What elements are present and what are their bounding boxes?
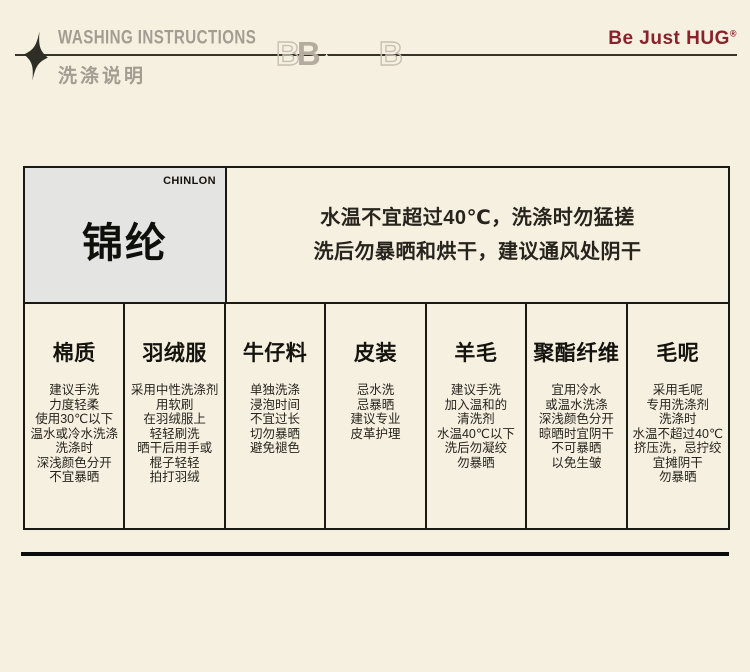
care-column-title: 棉质 <box>25 342 123 366</box>
care-line: 水温40℃以下 <box>427 427 525 442</box>
fabric-name-en: CHINLON <box>163 175 216 187</box>
care-line: 切勿暴晒 <box>226 427 324 442</box>
care-column: 皮装 忌水洗忌暴晒建议专业皮革护理 <box>326 304 426 528</box>
care-line: 不宜过长 <box>226 412 324 427</box>
care-line: 洗后勿凝绞 <box>427 441 525 456</box>
care-line: 拍打羽绒 <box>125 470 223 485</box>
fabric-care-summary-cell: 水温不宜超过40℃，洗涤时勿猛搓 洗后勿暴晒和烘干，建议通风处阴干 <box>227 168 728 302</box>
care-line: 晾晒时宜阴干 <box>527 427 625 442</box>
bottom-rule <box>21 552 729 556</box>
care-column-title: 皮装 <box>326 342 424 366</box>
care-line: 不可暴晒 <box>527 441 625 456</box>
care-line: 宜摊阴干 <box>628 456 728 471</box>
care-line: 轻轻刷洗 <box>125 427 223 442</box>
care-line: 建议手洗 <box>25 383 123 398</box>
care-line: 深浅颜色分开 <box>25 456 123 471</box>
care-column-lines: 宜用冷水或温水洗涤深浅颜色分开晾晒时宜阴干不可暴晒以免生皱 <box>527 383 625 470</box>
summary-line: 洗后勿暴晒和烘干，建议通风处阴干 <box>314 235 642 269</box>
care-line: 专用洗涤剂 <box>628 398 728 413</box>
sparkle-cutout-icon: ✦ <box>323 53 328 62</box>
care-line: 用软刷 <box>125 398 223 413</box>
care-column-title: 羽绒服 <box>125 342 223 366</box>
care-line: 或温水洗涤 <box>527 398 625 413</box>
care-line: 忌暴晒 <box>326 398 424 413</box>
header-divider-line <box>15 54 737 56</box>
brand-logo: Be Just HUG® <box>608 28 737 50</box>
care-line: 勿暴晒 <box>628 470 728 485</box>
care-line: 温水或冷水洗涤 <box>25 427 123 442</box>
decor-letter-group: BB✦✦ <box>276 37 318 70</box>
care-line: 避免褪色 <box>226 441 324 456</box>
care-line: 挤压洗，忌拧绞 <box>628 441 728 456</box>
care-line: 建议手洗 <box>427 383 525 398</box>
sparkle-cutout-icon: ✦ <box>321 41 326 50</box>
care-line: 不宜暴晒 <box>25 470 123 485</box>
care-line: 使用30℃以下 <box>25 412 123 427</box>
care-line: 力度轻柔 <box>25 398 123 413</box>
fabric-name-zh: 锦纶 <box>82 209 168 269</box>
care-column-title: 毛呢 <box>628 342 728 366</box>
decor-letter-b-outline: B <box>379 37 403 70</box>
care-line: 采用中性洗涤剂 <box>125 383 223 398</box>
washing-instructions-table: CHINLON 锦纶 水温不宜超过40℃，洗涤时勿猛搓 洗后勿暴晒和烘干，建议通… <box>23 166 730 530</box>
care-line: 水温不超过40℃ <box>628 427 728 442</box>
care-column-title: 羊毛 <box>427 342 525 366</box>
care-column: 棉质 建议手洗力度轻柔使用30℃以下温水或冷水洗涤洗涤时深浅颜色分开不宜暴晒 <box>25 304 125 528</box>
care-columns: 棉质 建议手洗力度轻柔使用30℃以下温水或冷水洗涤洗涤时深浅颜色分开不宜暴晒 羽… <box>25 304 728 528</box>
care-line: 勿暴晒 <box>427 456 525 471</box>
decor-letter-b-solid: B✦✦ <box>297 35 318 72</box>
fabric-summary-row: CHINLON 锦纶 水温不宜超过40℃，洗涤时勿猛搓 洗后勿暴晒和烘干，建议通… <box>25 168 728 304</box>
care-line: 清洗剂 <box>427 412 525 427</box>
care-column: 羽绒服 采用中性洗涤剂用软刷在羽绒服上轻轻刷洗晒干后用手或棍子轻轻拍打羽绒 <box>125 304 225 528</box>
care-line: 加入温和的 <box>427 398 525 413</box>
care-line: 宜用冷水 <box>527 383 625 398</box>
washing-instructions-card: WASHING INSTRUCTIONS 洗涤说明 BB✦✦ B Be Just… <box>0 0 750 672</box>
care-line: 在羽绒服上 <box>125 412 223 427</box>
summary-line: 水温不宜超过40℃，洗涤时勿猛搓 <box>320 201 634 235</box>
care-line: 采用毛呢 <box>628 383 728 398</box>
care-line: 洗涤时 <box>628 412 728 427</box>
care-column-lines: 单独洗涤浸泡时间不宜过长切勿暴晒避免褪色 <box>226 383 324 456</box>
care-column-lines: 忌水洗忌暴晒建议专业皮革护理 <box>326 383 424 441</box>
care-column: 牛仔料 单独洗涤浸泡时间不宜过长切勿暴晒避免褪色 <box>226 304 326 528</box>
registered-mark: ® <box>730 29 737 39</box>
care-column-lines: 采用毛呢专用洗涤剂洗涤时水温不超过40℃挤压洗，忌拧绞宜摊阴干勿暴晒 <box>628 383 728 485</box>
fabric-name-cell: CHINLON 锦纶 <box>25 168 227 302</box>
decor-letter-b-outline: B <box>276 35 297 72</box>
care-line: 深浅颜色分开 <box>527 412 625 427</box>
care-line: 单独洗涤 <box>226 383 324 398</box>
page-title-zh: 洗涤说明 <box>58 61 146 88</box>
care-column-title: 牛仔料 <box>226 342 324 366</box>
care-line: 洗涤时 <box>25 441 123 456</box>
care-line: 棍子轻轻 <box>125 456 223 471</box>
care-column: 羊毛 建议手洗加入温和的清洗剂水温40℃以下洗后勿凝绞勿暴晒 <box>427 304 527 528</box>
care-column: 聚酯纤维 宜用冷水或温水洗涤深浅颜色分开晾晒时宜阴干不可暴晒以免生皱 <box>527 304 627 528</box>
care-column-lines: 建议手洗加入温和的清洗剂水温40℃以下洗后勿凝绞勿暴晒 <box>427 383 525 470</box>
care-column-lines: 建议手洗力度轻柔使用30℃以下温水或冷水洗涤洗涤时深浅颜色分开不宜暴晒 <box>25 383 123 485</box>
care-column-lines: 采用中性洗涤剂用软刷在羽绒服上轻轻刷洗晒干后用手或棍子轻轻拍打羽绒 <box>125 383 223 485</box>
page-title-en: WASHING INSTRUCTIONS <box>58 26 256 49</box>
sparkle-icon <box>21 30 52 83</box>
care-line: 皮革护理 <box>326 427 424 442</box>
care-line: 忌水洗 <box>326 383 424 398</box>
care-line: 晒干后用手或 <box>125 441 223 456</box>
care-line: 以免生皱 <box>527 456 625 471</box>
care-column: 毛呢 采用毛呢专用洗涤剂洗涤时水温不超过40℃挤压洗，忌拧绞宜摊阴干勿暴晒 <box>628 304 728 528</box>
care-line: 建议专业 <box>326 412 424 427</box>
care-column-title: 聚酯纤维 <box>527 342 625 366</box>
care-line: 浸泡时间 <box>226 398 324 413</box>
